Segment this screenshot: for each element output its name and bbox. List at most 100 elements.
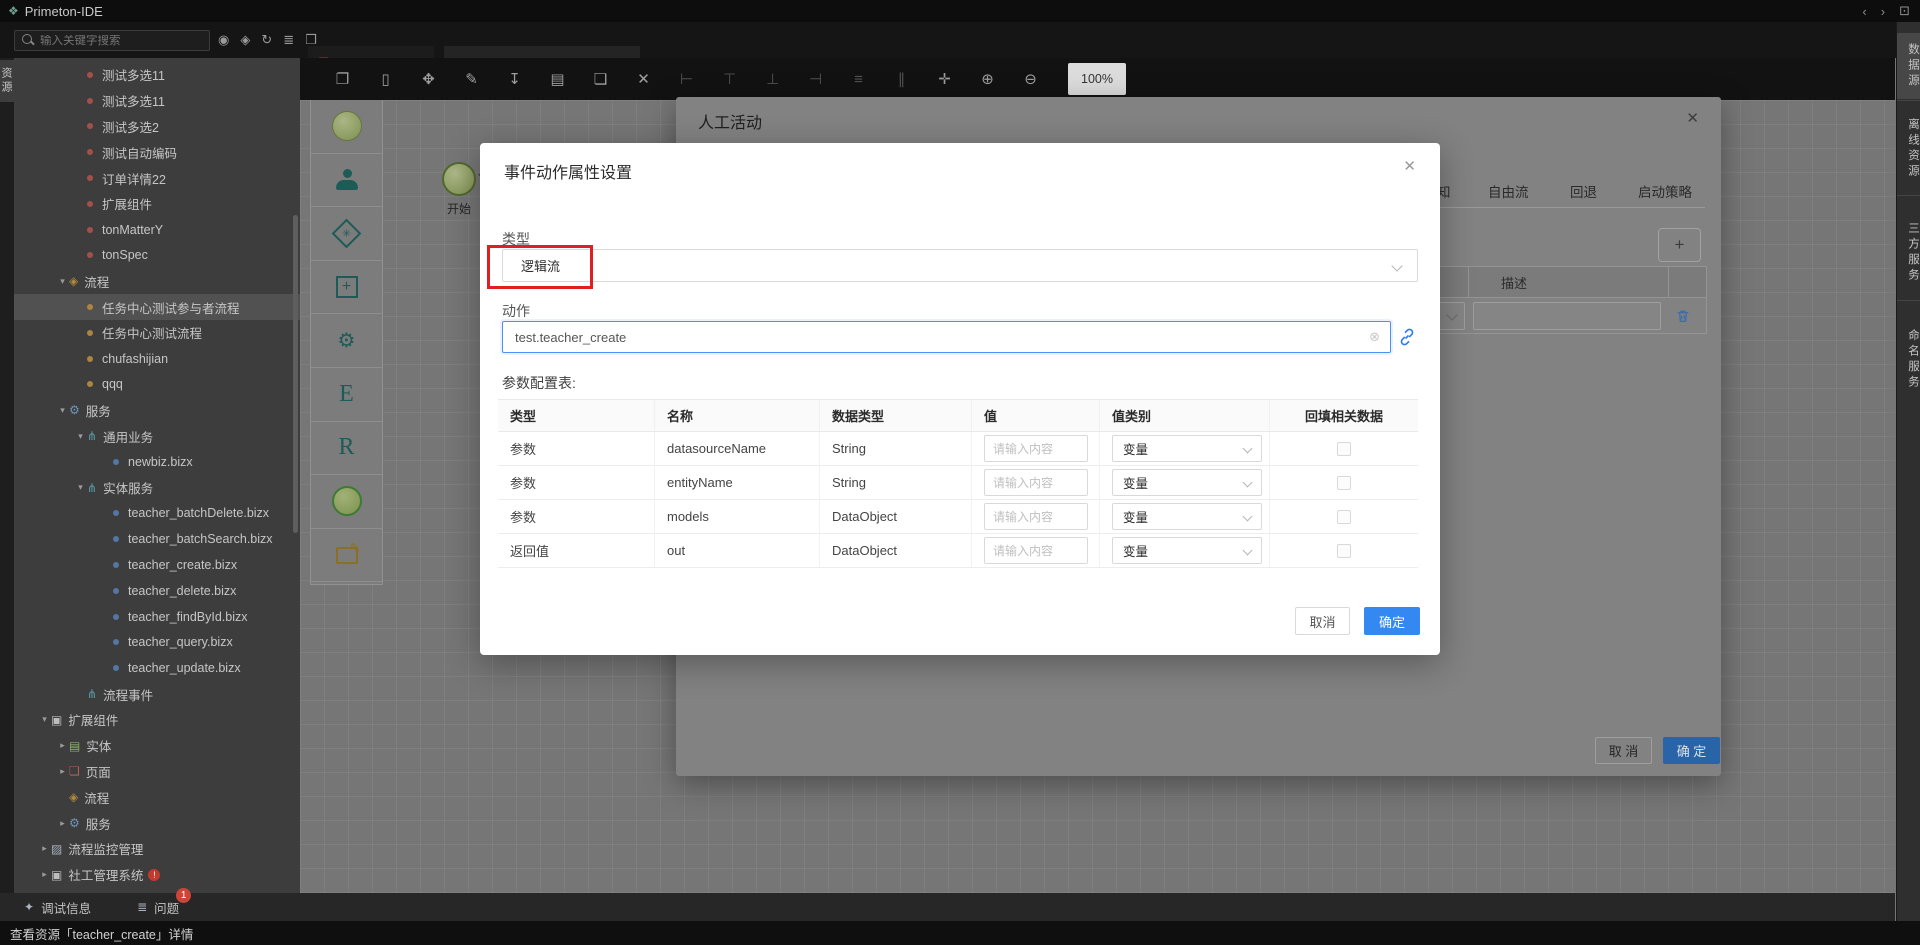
pan-icon[interactable]: ✥: [419, 70, 438, 88]
expand-arrow-icon[interactable]: ▸: [38, 869, 51, 880]
tree-item-流程事件[interactable]: ⋔流程事件: [14, 681, 300, 707]
outline-icon[interactable]: ≣: [283, 32, 294, 48]
tree-item-teacher_batchSearch.bizx[interactable]: teacher_batchSearch.bizx: [14, 526, 300, 552]
value-category-select[interactable]: 变量: [1112, 503, 1262, 530]
tree-item-服务[interactable]: ▾⚙服务: [14, 397, 300, 423]
close-icon[interactable]: ✕: [1403, 157, 1416, 175]
tree-item-扩展组件[interactable]: 扩展组件: [14, 191, 300, 217]
clipboard-icon[interactable]: ▯: [376, 70, 395, 88]
tree-item-流程监控管理[interactable]: ▸▨流程监控管理: [14, 836, 300, 862]
nav-back-icon[interactable]: ‹: [1862, 4, 1866, 19]
tree-item-服务[interactable]: ▸⚙服务: [14, 810, 300, 836]
tree-item-tonMatterY[interactable]: tonMatterY: [14, 217, 300, 243]
tree-item-流程[interactable]: ▾◈流程: [14, 268, 300, 294]
right-rail-tab-三方服务[interactable]: 三方服务: [1897, 205, 1920, 301]
collapse-arrow-icon[interactable]: ▾: [56, 405, 69, 416]
tree-item-newbiz.bizx[interactable]: newbiz.bizx: [14, 449, 300, 475]
end-node[interactable]: [311, 475, 382, 529]
rail-tab-resources[interactable]: 资源: [0, 60, 14, 102]
sidebar-scrollbar[interactable]: [293, 215, 298, 533]
tree-item-teacher_findById.bizx[interactable]: teacher_findById.bizx: [14, 604, 300, 630]
param-value-input[interactable]: [984, 435, 1088, 462]
tree-item-任务中心测试参与者流程[interactable]: 任务中心测试参与者流程: [14, 294, 300, 320]
dialog-tab-回退[interactable]: 回退: [1570, 181, 1597, 201]
param-value-input[interactable]: [984, 537, 1088, 564]
tree-item-qqq[interactable]: qqq: [14, 372, 300, 398]
tree-item-测试多选11[interactable]: 测试多选11: [14, 62, 300, 88]
start-node[interactable]: [311, 100, 382, 154]
dialog-tab-启动策略[interactable]: 启动策略: [1638, 181, 1692, 201]
backfill-checkbox[interactable]: [1337, 544, 1351, 558]
copy-icon[interactable]: ❐: [333, 70, 352, 88]
tree-item-订单详情22[interactable]: 订单详情22: [14, 165, 300, 191]
format-brush-icon[interactable]: ✎: [462, 70, 481, 88]
ok-button[interactable]: 确 定: [1663, 737, 1720, 764]
tree-item-tonSpec[interactable]: tonSpec: [14, 243, 300, 269]
close-icon[interactable]: ✕: [1686, 109, 1699, 127]
tree-item-实体[interactable]: ▸▤实体: [14, 733, 300, 759]
collapse-arrow-icon[interactable]: ▾: [74, 482, 87, 493]
backfill-checkbox[interactable]: [1337, 510, 1351, 524]
cancel-button[interactable]: 取 消: [1595, 737, 1652, 764]
document-icon[interactable]: ▤: [548, 70, 567, 88]
tree-item-teacher_update.bizx[interactable]: teacher_update.bizx: [14, 655, 300, 681]
cancel-button[interactable]: 取消: [1295, 607, 1350, 635]
value-category-select[interactable]: 变量: [1112, 537, 1262, 564]
tree-item-任务中心测试流程[interactable]: 任务中心测试流程: [14, 320, 300, 346]
dialog-tab-自由流[interactable]: 自由流: [1488, 181, 1529, 201]
expand-arrow-icon[interactable]: ▸: [56, 766, 69, 777]
right-rail-tab-命名服务[interactable]: 命名服务: [1897, 310, 1920, 410]
search-box[interactable]: [14, 30, 210, 51]
zoom-level[interactable]: 100%: [1068, 63, 1126, 95]
ok-button[interactable]: 确定: [1364, 607, 1420, 635]
bottom-tab-problems[interactable]: ≣问题1: [137, 898, 179, 917]
tree-item-页面[interactable]: ▸❏页面: [14, 759, 300, 785]
zoom-out-icon[interactable]: ⊖: [1021, 70, 1040, 88]
description-input[interactable]: [1473, 302, 1661, 330]
service-node[interactable]: ⚙: [311, 314, 382, 368]
expand-arrow-icon[interactable]: ▸: [56, 740, 69, 751]
tree-item-chufashijian[interactable]: chufashijian: [14, 346, 300, 372]
r-node[interactable]: R: [311, 422, 382, 476]
search-input[interactable]: [40, 35, 209, 47]
refresh-icon[interactable]: ↻: [261, 32, 272, 48]
nav-forward-icon[interactable]: ›: [1881, 4, 1885, 19]
expand-arrow-icon[interactable]: ▸: [56, 818, 69, 829]
expand-arrow-icon[interactable]: ▸: [38, 843, 51, 854]
value-category-select[interactable]: 变量: [1112, 435, 1262, 462]
link-icon[interactable]: [1398, 328, 1416, 346]
add-row-button[interactable]: +: [1658, 228, 1701, 262]
right-rail-tab-离线资源[interactable]: 离线资源: [1897, 110, 1920, 188]
note-node[interactable]: ✎: [311, 529, 382, 583]
tree-item-测试多选2[interactable]: 测试多选2: [14, 114, 300, 140]
tree-item-实体服务[interactable]: ▾⋔实体服务: [14, 475, 300, 501]
collapse-arrow-icon[interactable]: ▾: [56, 276, 69, 287]
subprocess-node[interactable]: +: [311, 261, 382, 315]
tree-item-扩展组件[interactable]: ▾▣扩展组件: [14, 707, 300, 733]
trash-icon[interactable]: [1675, 308, 1691, 324]
bottom-tab-debug[interactable]: ✦调试信息: [24, 898, 91, 917]
action-input[interactable]: ⊗: [502, 321, 1391, 353]
start-node[interactable]: [442, 162, 476, 196]
right-rail-tab-数据源[interactable]: 数据源: [1897, 33, 1920, 99]
tree-item-teacher_query.bizx[interactable]: teacher_query.bizx: [14, 630, 300, 656]
save-icon[interactable]: ⊡: [1899, 3, 1910, 19]
tree-item-流程[interactable]: ◈流程: [14, 784, 300, 810]
tree-item-teacher_batchDelete.bizx[interactable]: teacher_batchDelete.bizx: [14, 501, 300, 527]
copy-document-icon[interactable]: ❏: [591, 70, 610, 88]
e-node[interactable]: E: [311, 368, 382, 422]
export-icon[interactable]: ↧: [505, 70, 524, 88]
zoom-in-icon[interactable]: ⊕: [978, 70, 997, 88]
action-input-field[interactable]: [503, 330, 1369, 345]
validate-icon[interactable]: ◈: [240, 32, 250, 48]
param-value-input[interactable]: [984, 503, 1088, 530]
collapse-arrow-icon[interactable]: ▾: [74, 431, 87, 442]
human-activity-node[interactable]: [311, 154, 382, 208]
collapse-arrow-icon[interactable]: ▾: [38, 714, 51, 725]
type-select[interactable]: 逻辑流: [502, 249, 1418, 282]
backfill-checkbox[interactable]: [1337, 442, 1351, 456]
clear-icon[interactable]: ⊗: [1369, 329, 1380, 345]
value-category-select[interactable]: 变量: [1112, 469, 1262, 496]
tree-item-teacher_create.bizx[interactable]: teacher_create.bizx: [14, 552, 300, 578]
tree-item-通用业务[interactable]: ▾⋔通用业务: [14, 423, 300, 449]
